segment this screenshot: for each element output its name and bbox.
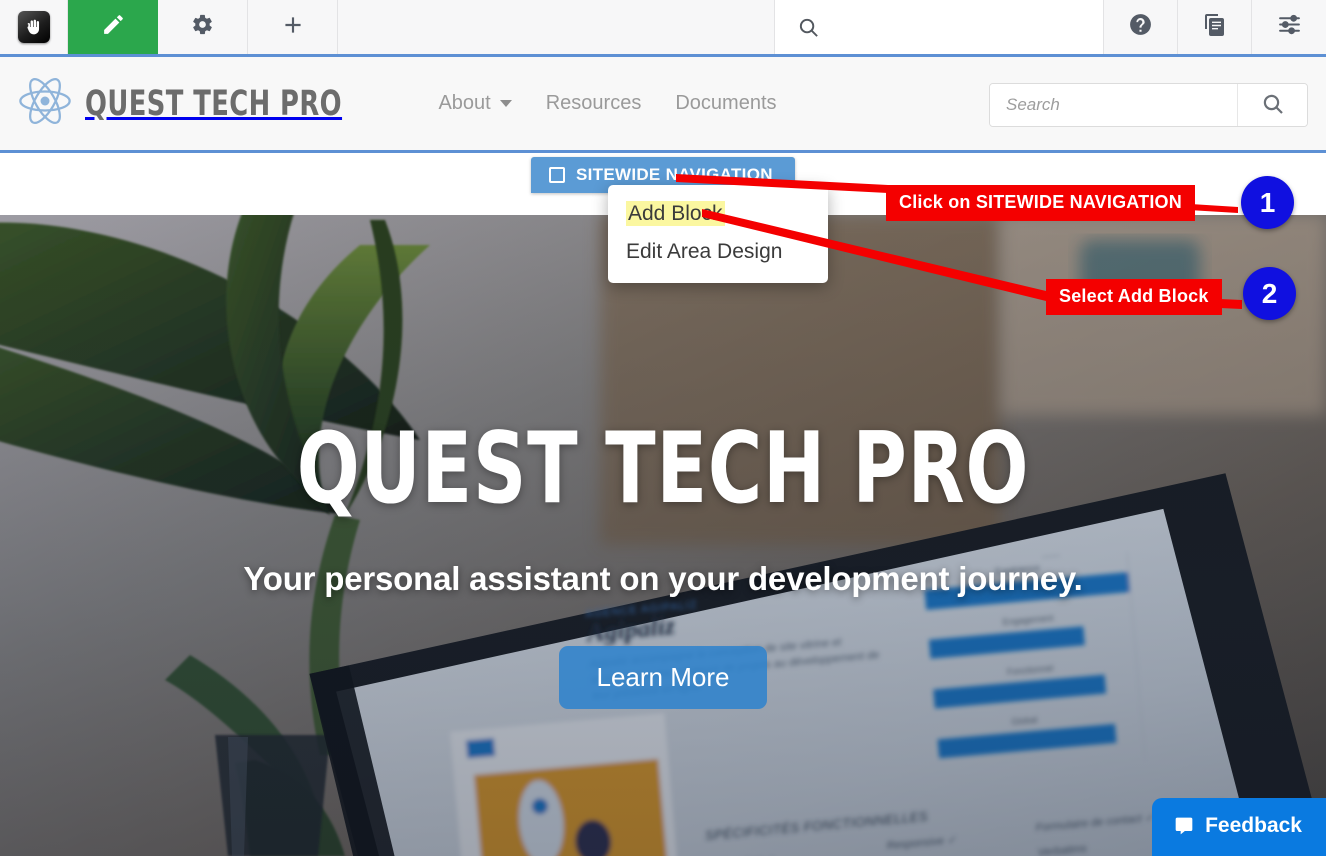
edit-mode-button[interactable] bbox=[68, 0, 158, 54]
search-icon bbox=[1261, 92, 1285, 119]
preferences-button[interactable] bbox=[1252, 0, 1326, 54]
browser-page: QUEST TECH PRO About Resources Documents bbox=[0, 0, 1326, 856]
toolbar-right-group bbox=[1104, 0, 1326, 54]
site-logo-link[interactable]: QUEST TECH PRO bbox=[17, 73, 398, 134]
chevron-down-icon bbox=[499, 100, 512, 107]
sliders-icon bbox=[1277, 12, 1302, 42]
header-search bbox=[989, 83, 1308, 127]
add-button[interactable] bbox=[248, 0, 338, 54]
area-badge-label: SITEWIDE NAVIGATION bbox=[576, 165, 773, 184]
feedback-label: Feedback bbox=[1205, 814, 1302, 837]
concrete-hand-icon bbox=[17, 11, 50, 43]
cms-search[interactable] bbox=[775, 0, 1104, 54]
pages-button[interactable] bbox=[1178, 0, 1252, 54]
nav-label-about: About bbox=[438, 92, 491, 114]
hero-content: QUEST TECH PRO Your personal assistant o… bbox=[0, 215, 1326, 856]
nav-item-about[interactable]: About bbox=[438, 92, 512, 115]
gear-icon bbox=[191, 13, 214, 41]
atom-icon bbox=[17, 73, 73, 134]
search-icon bbox=[797, 16, 820, 39]
speech-bubble-icon bbox=[1174, 816, 1194, 836]
plus-icon bbox=[280, 12, 306, 43]
main-navigation: About Resources Documents bbox=[438, 92, 776, 115]
menu-item-add-block-label: Add Block bbox=[626, 201, 725, 226]
page-copy-icon bbox=[1203, 13, 1227, 42]
nav-item-documents[interactable]: Documents bbox=[675, 92, 776, 115]
nav-label-documents: Documents bbox=[675, 92, 777, 114]
hero-section: AGENCE AGIPALIZ Agipaliz Agipaliz accomp… bbox=[0, 215, 1326, 856]
cms-search-input[interactable] bbox=[834, 18, 1074, 36]
menu-item-add-block[interactable]: Add Block bbox=[608, 195, 828, 233]
hero-subtitle: Your personal assistant on your developm… bbox=[243, 560, 1083, 597]
menu-item-edit-area-design[interactable]: Edit Area Design bbox=[608, 233, 828, 271]
help-circle-icon bbox=[1128, 12, 1153, 42]
nav-item-resources[interactable]: Resources bbox=[546, 92, 642, 115]
menu-item-edit-area-design-label: Edit Area Design bbox=[626, 240, 783, 263]
help-button[interactable] bbox=[1104, 0, 1178, 54]
concrete-logo-button[interactable] bbox=[0, 0, 68, 54]
settings-button[interactable] bbox=[158, 0, 248, 54]
area-context-menu: Add Block Edit Area Design bbox=[608, 185, 828, 283]
nav-label-resources: Resources bbox=[545, 92, 642, 114]
square-outline-icon bbox=[549, 167, 565, 183]
search-submit-button[interactable] bbox=[1237, 84, 1307, 126]
learn-more-button[interactable]: Learn More bbox=[558, 646, 768, 709]
search-input[interactable] bbox=[990, 84, 1237, 126]
feedback-button[interactable]: Feedback bbox=[1152, 798, 1326, 856]
site-header: QUEST TECH PRO About Resources Documents bbox=[0, 57, 1326, 153]
hero-title: QUEST TECH PRO bbox=[296, 412, 1030, 526]
cms-toolbar bbox=[0, 0, 1326, 57]
toolbar-spacer bbox=[338, 0, 775, 54]
pencil-icon bbox=[101, 12, 126, 42]
site-brand-name: QUEST TECH PRO bbox=[85, 83, 343, 124]
